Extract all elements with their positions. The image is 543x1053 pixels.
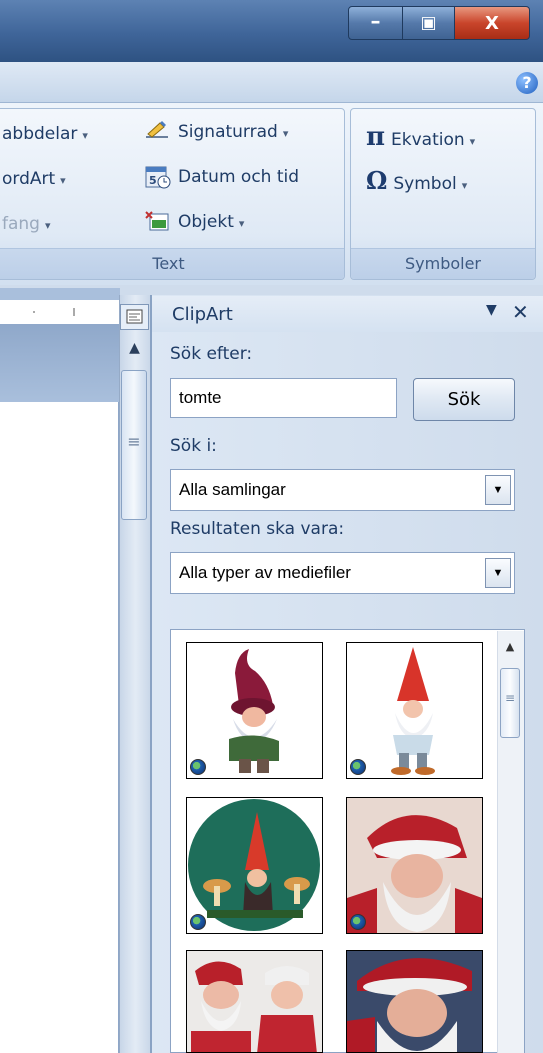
clipart-result-item[interactable] [346,797,483,934]
help-icon[interactable]: ? [516,72,538,94]
scroll-grip-icon: ≡ [127,432,141,451]
scroll-up-arrow-icon[interactable]: ▲ [497,640,523,653]
clipart-result-item[interactable] [346,642,483,779]
close-button[interactable]: X [455,6,530,40]
document-margin [0,324,120,402]
signature-line-button[interactable]: Signaturrad ▾ [144,120,288,144]
horizontal-ruler [0,300,120,325]
dropdown-arrow-icon[interactable]: ▼ [485,558,511,588]
close-icon: X [485,13,499,34]
gnome-image [391,647,435,775]
object-button[interactable]: Objekt ▾ [144,210,244,234]
omega-icon: Ω [366,166,388,195]
signature-line-icon [144,120,172,144]
gnome-mushroom-image [188,799,320,931]
results-label: Resultaten ska vara: [170,519,345,539]
object-icon [144,210,172,234]
equation-button[interactable]: π Ekvation ▾ [366,122,475,152]
clipart-result-item[interactable] [186,642,323,779]
date-time-button[interactable]: 5 Datum och tid [144,165,299,189]
symbol-button[interactable]: Ω Symbol ▾ [366,166,467,195]
chevron-down-icon: ▾ [461,179,468,192]
ruler-toggle-button[interactable] [120,304,149,330]
web-content-icon [190,759,206,775]
text-group-label: Text [0,248,344,279]
web-content-icon [350,759,366,775]
task-pane-title: ClipArt [172,304,233,325]
minimize-icon: – [370,9,381,33]
maximize-icon: ▣ [420,13,437,33]
wordart-button[interactable]: ordArt ▾ [2,169,66,189]
document-page[interactable] [0,402,119,1053]
chevron-down-icon: ▾ [44,219,51,232]
chevron-down-icon: ▾ [60,174,66,187]
clipart-result-item[interactable] [346,950,483,1053]
ribbon-tab-strip [0,62,543,103]
scroll-up-arrow-icon[interactable]: ▲ [120,340,149,362]
search-in-value: Alla samlingar [179,480,286,499]
chevron-down-icon: ▾ [282,127,289,140]
search-in-select[interactable]: Alla samlingar ▼ [170,469,515,511]
search-input[interactable]: tomte [170,378,397,418]
pane-menu-icon[interactable]: ▼ [486,302,497,318]
quick-parts-button[interactable]: abbdelar ▾ [2,124,88,144]
web-content-icon [190,914,206,930]
dropdown-arrow-icon[interactable]: ▼ [485,475,511,505]
santa-couple-image [187,951,322,1052]
santa-photo-image [347,951,482,1052]
symbols-group-label: Symboler [351,248,535,279]
clipart-result-item[interactable] [186,950,323,1053]
search-label: Sök efter: [170,344,253,364]
web-content-icon [350,914,366,930]
scroll-grip-icon: ≡ [504,691,516,705]
santa-photo-image [347,798,482,933]
pane-close-icon[interactable]: ✕ [512,300,529,324]
chevron-down-icon: ▾ [469,135,476,148]
media-type-value: Alla typer av mediefiler [179,563,351,582]
chevron-down-icon: ▾ [82,129,88,142]
minimize-button[interactable]: – [348,6,403,40]
media-type-select[interactable]: Alla typer av mediefiler ▼ [170,552,515,594]
search-button[interactable]: Sök [413,378,515,421]
svg-text:5: 5 [149,174,157,187]
search-in-label: Sök i: [170,436,217,456]
date-time-icon: 5 [144,165,172,189]
maximize-button[interactable]: ▣ [403,6,455,40]
drop-cap-button[interactable]: fang ▾ [2,214,51,234]
chevron-down-icon: ▾ [238,217,245,230]
pi-icon: π [366,122,386,152]
clipart-result-item[interactable] [186,797,323,934]
gnome-image [229,649,279,773]
